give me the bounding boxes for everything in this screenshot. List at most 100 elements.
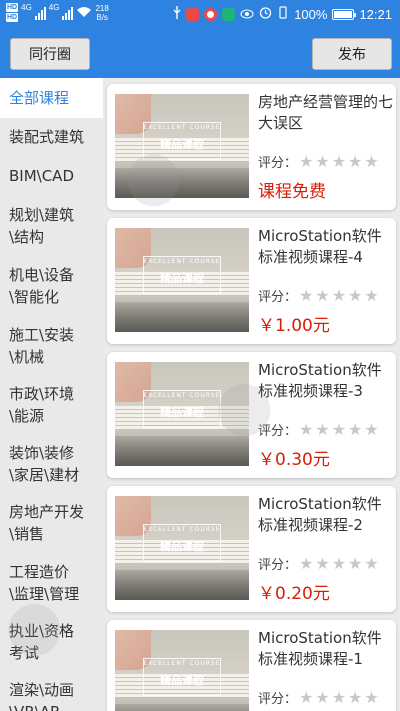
- sidebar-item-bim-cad[interactable]: BIM\CAD: [0, 165, 103, 187]
- status-bar: HD HD 4G 4G 218 B/s 100% 12:21: [0, 0, 400, 30]
- sidebar-item-qualification[interactable]: 执业\资格考试: [0, 620, 84, 664]
- top-toolbar: 同行圈 发布: [0, 30, 400, 78]
- sidebar-item-construction[interactable]: 施工\安装\机械: [0, 324, 84, 368]
- thumbnail-tag: 精品课程: [160, 674, 204, 687]
- course-title: MicroStation软件标准视频课程-1: [258, 629, 382, 668]
- star-icon: ★: [364, 419, 379, 439]
- eye-icon: [240, 7, 254, 22]
- status-right: 100% 12:21: [173, 6, 392, 22]
- course-thumbnail: EXCELLENT COURSE 精品课程: [115, 630, 249, 711]
- course-card[interactable]: EXCELLENT COURSE 精品课程 房地产经营管理的七大误区 评分： ★…: [107, 84, 396, 210]
- usb-icon: [173, 6, 181, 22]
- rating-stars: ★ ★ ★ ★ ★: [299, 419, 379, 439]
- course-thumbnail: EXCELLENT COURSE 精品课程: [115, 362, 249, 466]
- rating-stars: ★ ★ ★ ★ ★: [299, 151, 379, 171]
- network-speed: 218 B/s: [95, 4, 108, 22]
- star-icon: ★: [331, 553, 347, 573]
- course-card[interactable]: EXCELLENT COURSE 精品课程 MicroStation软件标准视频…: [107, 486, 396, 612]
- star-icon: ★: [315, 285, 330, 305]
- star-icon: ★: [299, 419, 314, 439]
- star-icon: ★: [364, 553, 379, 573]
- course-title: 房地产经营管理的七大误区: [258, 93, 394, 132]
- course-title: MicroStation软件标准视频课程-4: [258, 227, 382, 266]
- rating-label: 评分：: [258, 558, 298, 573]
- star-icon: ★: [331, 419, 347, 439]
- star-icon: ★: [364, 151, 379, 171]
- star-icon: ★: [331, 687, 347, 707]
- star-icon: ★: [348, 285, 363, 305]
- thumbnail-caption: EXCELLENT COURSE: [143, 526, 221, 533]
- star-icon: ★: [348, 687, 363, 707]
- signal-icon-1: [34, 6, 46, 20]
- rating-stars: ★ ★ ★ ★ ★: [299, 285, 379, 305]
- star-icon: ★: [364, 285, 379, 305]
- course-rating: 评分： ★ ★ ★ ★ ★: [258, 688, 379, 707]
- course-card[interactable]: EXCELLENT COURSE 精品课程 MicroStation软件标准视频…: [107, 218, 396, 344]
- star-icon: ★: [348, 151, 363, 171]
- notification-app-icon-1: [186, 7, 200, 21]
- course-title: MicroStation软件标准视频课程-3: [258, 361, 382, 400]
- speed-unit: B/s: [96, 13, 108, 22]
- course-price: ￥0.30元: [258, 450, 330, 470]
- star-icon: ★: [315, 553, 330, 573]
- star-icon: ★: [299, 151, 314, 171]
- star-icon: ★: [299, 687, 314, 707]
- star-icon: ★: [331, 285, 347, 305]
- course-thumbnail: EXCELLENT COURSE 精品课程: [115, 496, 249, 600]
- rating-stars: ★ ★ ★ ★ ★: [299, 553, 379, 573]
- thumbnail-caption: EXCELLENT COURSE: [143, 124, 221, 131]
- sidebar-item-rendering[interactable]: 渲染\动画\VR\AR: [0, 679, 84, 711]
- speed-value: 218: [95, 4, 109, 13]
- star-icon: ★: [315, 151, 330, 171]
- thumbnail-caption: EXCELLENT COURSE: [143, 392, 221, 399]
- course-card[interactable]: EXCELLENT COURSE 精品课程 MicroStation软件标准视频…: [107, 620, 396, 711]
- star-icon: ★: [299, 553, 314, 573]
- hd-badges: HD HD: [6, 3, 19, 23]
- category-sidebar: 全部课程 装配式建筑 BIM\CAD 规划\建筑\结构 机电\设备\智能化 施工…: [0, 78, 103, 711]
- clock-time: 12:21: [359, 6, 392, 22]
- notification-app-icon-3: [222, 7, 236, 21]
- star-icon: ★: [315, 419, 330, 439]
- course-rating: 评分： ★ ★ ★ ★ ★: [258, 152, 379, 171]
- course-rating: 评分： ★ ★ ★ ★ ★: [258, 286, 379, 305]
- sidebar-item-planning[interactable]: 规划\建筑\结构: [0, 204, 84, 248]
- alarm-icon: [259, 6, 272, 22]
- signal-icon-2: [62, 6, 74, 20]
- battery-percent: 100%: [294, 6, 328, 22]
- sidebar-item-municipal[interactable]: 市政\环境\能源: [0, 383, 84, 427]
- battery-icon: [332, 8, 357, 20]
- rating-label: 评分：: [258, 692, 298, 707]
- sidebar-item-prefab-building[interactable]: 装配式建筑: [0, 126, 103, 148]
- sidebar-item-cost[interactable]: 工程造价\监理\管理: [0, 561, 84, 605]
- thumbnail-tag: 精品课程: [160, 138, 204, 151]
- course-card[interactable]: EXCELLENT COURSE 精品课程 MicroStation软件标准视频…: [107, 352, 396, 478]
- sidebar-item-mep[interactable]: 机电\设备\智能化: [0, 264, 84, 308]
- star-icon: ★: [299, 285, 314, 305]
- status-left: HD HD 4G 4G 218 B/s: [6, 3, 109, 23]
- thumbnail-tag: 精品课程: [160, 406, 204, 419]
- sidebar-item-real-estate[interactable]: 房地产开发\销售: [0, 501, 92, 545]
- star-icon: ★: [331, 151, 347, 171]
- publish-button[interactable]: 发布: [312, 38, 392, 70]
- sidebar-item-decoration[interactable]: 装饰\装修\家居\建材: [0, 442, 84, 486]
- course-price: 课程免费: [258, 182, 326, 202]
- thumbnail-tag: 精品课程: [160, 272, 204, 285]
- network-type-2: 4G: [48, 3, 60, 12]
- peer-circle-button[interactable]: 同行圈: [10, 38, 90, 70]
- sidebar-item-all-courses[interactable]: 全部课程: [0, 78, 103, 118]
- course-price: ￥0.20元: [258, 584, 330, 604]
- star-icon: ★: [315, 687, 330, 707]
- rating-label: 评分：: [258, 156, 298, 171]
- course-thumbnail: EXCELLENT COURSE 精品课程: [115, 94, 249, 198]
- course-title: MicroStation软件标准视频课程-2: [258, 495, 382, 534]
- course-thumbnail: EXCELLENT COURSE 精品课程: [115, 228, 249, 332]
- vibrate-icon: [277, 6, 289, 22]
- thumbnail-caption: EXCELLENT COURSE: [143, 258, 221, 265]
- star-icon: ★: [348, 419, 363, 439]
- notification-app-icon-2: [204, 7, 218, 21]
- star-icon: ★: [348, 553, 363, 573]
- rating-label: 评分：: [258, 424, 298, 439]
- wifi-icon: [76, 6, 92, 21]
- hd-badge-2: HD: [6, 13, 19, 22]
- rating-stars: ★ ★ ★ ★ ★: [299, 687, 379, 707]
